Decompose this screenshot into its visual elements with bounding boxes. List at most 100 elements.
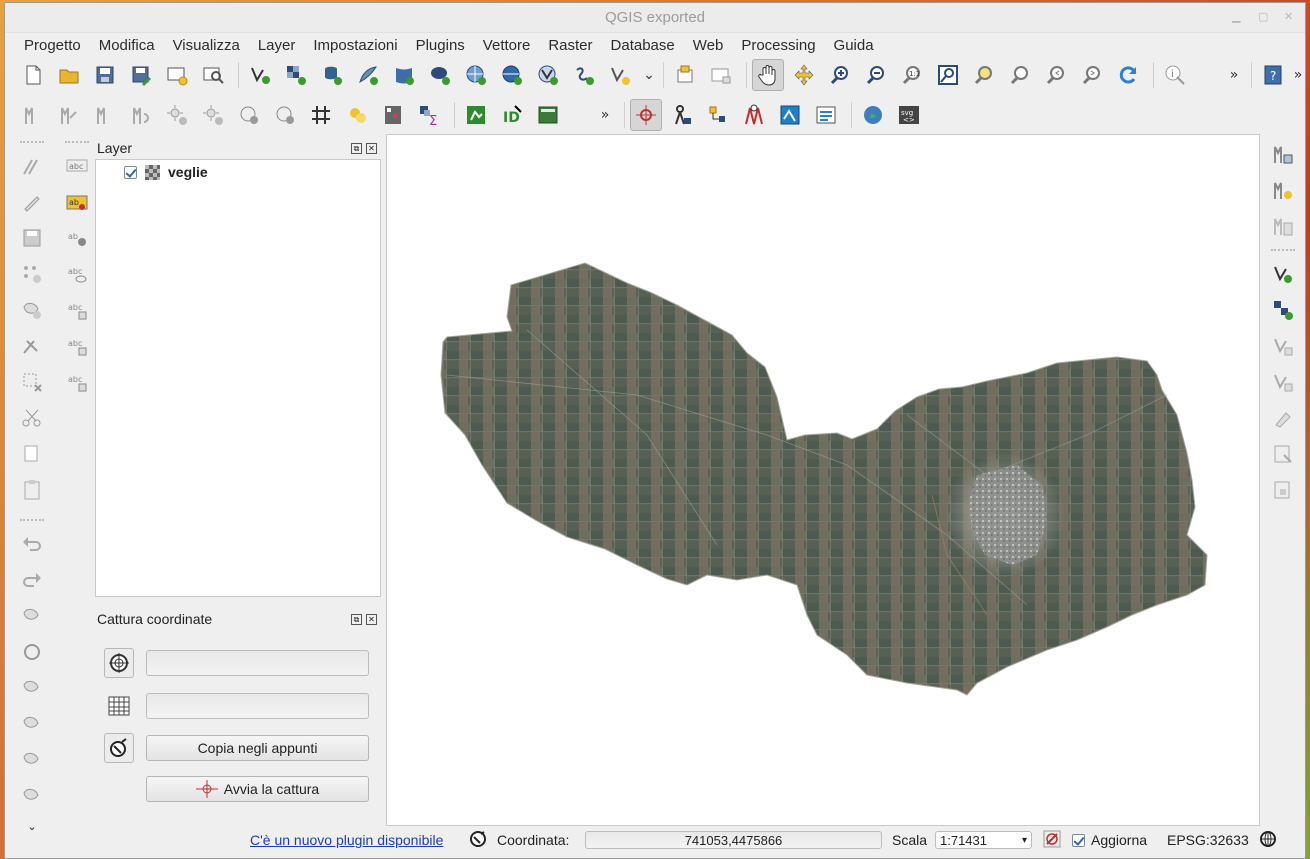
- add-delimited-text-icon[interactable]: [568, 59, 600, 91]
- new-print-layout-icon[interactable]: [161, 59, 193, 91]
- label-rotate-icon[interactable]: [125, 99, 157, 131]
- layout-manager-icon[interactable]: [197, 59, 229, 91]
- simplify-feature-icon[interactable]: [19, 675, 45, 701]
- add-wms-layer-icon[interactable]: [460, 59, 492, 91]
- photo-plugin-icon[interactable]: [532, 99, 564, 131]
- float-panel-icon[interactable]: ⧉: [351, 142, 362, 154]
- toolbar-overflow-end[interactable]: »: [1293, 67, 1303, 83]
- add-postgis-layer-icon[interactable]: [316, 59, 348, 91]
- new-vector-layer-icon[interactable]: [604, 59, 636, 91]
- statistics-icon[interactable]: Σ: [413, 99, 445, 131]
- toggle-editing-icon[interactable]: [19, 153, 45, 179]
- maximize-icon[interactable]: ▢: [1258, 10, 1268, 23]
- crs-globe-icon[interactable]: [1259, 830, 1277, 851]
- rotate-feature-icon[interactable]: [19, 639, 45, 665]
- save-project-icon[interactable]: [89, 59, 121, 91]
- label-visibility-icon[interactable]: abc: [64, 261, 90, 287]
- vector-split-icon[interactable]: [1270, 369, 1296, 395]
- save-edits-icon[interactable]: [19, 225, 45, 251]
- add-wfs-layer-icon[interactable]: [532, 59, 564, 91]
- menu-modifica[interactable]: Modifica: [90, 37, 164, 54]
- menu-visualizza[interactable]: Visualizza: [164, 37, 249, 54]
- copy-to-clipboard-button[interactable]: Copia negli appunti: [146, 735, 369, 761]
- zoom-actual-size-icon[interactable]: 1:1: [896, 59, 928, 91]
- georeferencer-icon[interactable]: [666, 99, 698, 131]
- save-as-icon[interactable]: [125, 59, 157, 91]
- menu-plugins[interactable]: Plugins: [407, 37, 474, 54]
- chevron-down-icon[interactable]: ⌄: [640, 67, 658, 83]
- delete-part-icon[interactable]: [19, 783, 45, 809]
- layer-list-icon[interactable]: [1270, 213, 1296, 239]
- copy-features-icon[interactable]: [19, 441, 45, 467]
- add-wcs-layer-icon[interactable]: [496, 59, 528, 91]
- crs-status[interactable]: EPSG:32633: [1167, 832, 1249, 848]
- pan-hand-icon[interactable]: [752, 59, 784, 91]
- crs-selector-button[interactable]: [104, 648, 134, 678]
- zoom-to-selection-icon[interactable]: [968, 59, 1000, 91]
- menu-processing[interactable]: Processing: [732, 37, 824, 54]
- capture-coord-field-1[interactable]: [146, 650, 369, 676]
- label-move-icon[interactable]: [89, 99, 121, 131]
- label-show-hide-icon[interactable]: [53, 99, 85, 131]
- label-pin-icon[interactable]: [17, 99, 49, 131]
- vector-add-icon[interactable]: [1270, 261, 1296, 287]
- new-plugin-link[interactable]: C'è un nuovo plugin disponibile: [250, 832, 443, 848]
- sun-icon[interactable]: [161, 99, 193, 131]
- label-change-icon[interactable]: abc: [64, 369, 90, 395]
- map-canvas[interactable]: [386, 134, 1260, 826]
- zoom-full-icon[interactable]: [932, 59, 964, 91]
- zoom-in-icon[interactable]: [824, 59, 856, 91]
- menu-guida[interactable]: Guida: [825, 37, 883, 54]
- raster-calc-icon[interactable]: [377, 99, 409, 131]
- offset-curve-icon[interactable]: [1270, 441, 1296, 467]
- label-pin-b-icon[interactable]: ab: [64, 225, 90, 251]
- new-project-icon[interactable]: [17, 59, 49, 91]
- layer-visibility-checkbox[interactable]: [124, 165, 137, 179]
- vertex-tool-icon[interactable]: [19, 333, 45, 359]
- menu-vettore[interactable]: Vettore: [474, 37, 540, 54]
- delete-selected-icon[interactable]: [19, 369, 45, 395]
- road-graph-icon[interactable]: [738, 99, 770, 131]
- zoom-next-icon[interactable]: [1076, 59, 1108, 91]
- add-polygon-icon[interactable]: [19, 297, 45, 323]
- delete-ring-icon[interactable]: [19, 747, 45, 773]
- add-point-icon[interactable]: [19, 261, 45, 287]
- geometry-checker-icon[interactable]: [774, 99, 806, 131]
- capture-coord-field-2[interactable]: [146, 693, 369, 719]
- sun-down-icon[interactable]: [197, 99, 229, 131]
- render-toggle[interactable]: Aggiorna: [1072, 832, 1147, 848]
- help-icon[interactable]: ?: [1257, 59, 1289, 91]
- pencil-icon[interactable]: [19, 189, 45, 215]
- topology-icon[interactable]: [702, 99, 734, 131]
- cut-features-icon[interactable]: [19, 405, 45, 431]
- render-checkbox[interactable]: [1072, 833, 1085, 847]
- label-rotate-b-icon[interactable]: abc: [64, 333, 90, 359]
- vector-edit-icon[interactable]: [1270, 333, 1296, 359]
- coordinate-field[interactable]: 741053,4475866: [585, 831, 882, 849]
- track-mouse-button[interactable]: [104, 733, 134, 763]
- layer-item-veglie[interactable]: veglie: [124, 164, 208, 180]
- menu-progetto[interactable]: Progetto: [15, 37, 90, 54]
- coordinate-capture-icon[interactable]: [630, 99, 662, 131]
- float-capture-panel-icon[interactable]: ⧉: [351, 613, 362, 625]
- messages-icon[interactable]: [469, 830, 487, 851]
- start-capture-button[interactable]: Avvia la cattura: [146, 776, 369, 802]
- menu-layer[interactable]: Layer: [249, 37, 305, 54]
- svg-export-icon[interactable]: svg <>: [893, 99, 925, 131]
- annotation-icon[interactable]: [233, 99, 265, 131]
- close-panel-icon[interactable]: ✕: [366, 142, 377, 154]
- fill-ring-icon[interactable]: [1270, 477, 1296, 503]
- grid-icon[interactable]: [305, 99, 337, 131]
- globe-icon[interactable]: [857, 99, 889, 131]
- reshape-icon[interactable]: [1270, 405, 1296, 431]
- scale-select[interactable]: 1:71431 ▾: [935, 831, 1032, 849]
- new-layer-icon[interactable]: [1270, 177, 1296, 203]
- paste-features-icon[interactable]: [19, 477, 45, 503]
- open-project-icon[interactable]: [53, 59, 85, 91]
- id-plugin-icon[interactable]: ID: [496, 99, 528, 131]
- menu-web[interactable]: Web: [684, 37, 733, 54]
- stop-render-icon[interactable]: [1043, 830, 1061, 851]
- label-highlight-icon[interactable]: ab: [64, 189, 90, 215]
- add-ring-icon[interactable]: [19, 711, 45, 737]
- redo-icon[interactable]: [19, 567, 45, 593]
